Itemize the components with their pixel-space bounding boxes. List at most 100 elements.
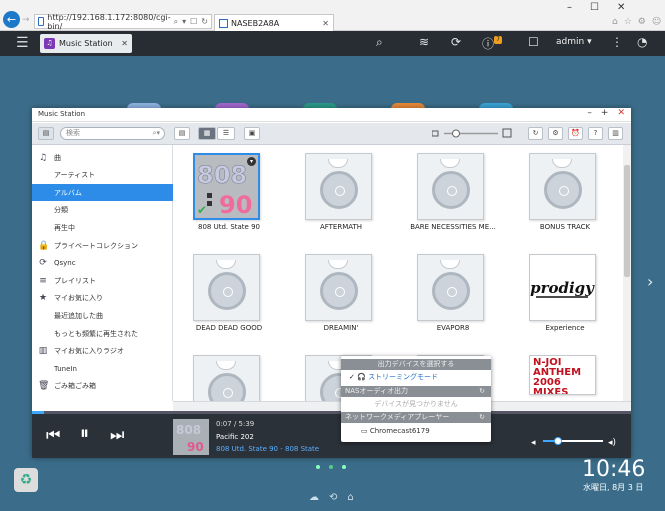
- grid-view-icon[interactable]: ▦: [198, 127, 216, 140]
- album-tile[interactable]: AFTERMATH: [285, 145, 397, 243]
- search-icon[interactable]: ⌕: [376, 35, 383, 50]
- refresh-icon[interactable]: ↻: [201, 17, 208, 27]
- list-view-icon[interactable]: ☰: [217, 127, 235, 140]
- user-icon[interactable]: ☐: [528, 35, 539, 49]
- url-text: http://192.168.1.172:8080/cgi-bin/: [47, 12, 171, 31]
- sidebar-item[interactable]: もっとも頻繁に再生された: [32, 325, 173, 342]
- album-tile[interactable]: prodigy Experience: [509, 246, 621, 344]
- now-cover-text-a: 808: [176, 423, 201, 437]
- album-tile[interactable]: DEAD DEAD GOOD: [173, 246, 285, 344]
- toolbar: ▤ 検索 ⌕▾ ▤ ▦ ☰ ▣ ↻ ⚙ ⏰ ? ▥: [32, 123, 631, 145]
- scrollbar-thumb[interactable]: [624, 165, 630, 277]
- maximize-icon[interactable]: ☐: [590, 2, 599, 13]
- hamburger-menu-icon[interactable]: ☰: [16, 35, 29, 51]
- more-options-icon[interactable]: ⋮: [611, 35, 623, 49]
- album-tile[interactable]: BONUS TRACK: [509, 145, 621, 243]
- close-app-tab-icon[interactable]: ✕: [121, 39, 132, 48]
- desktop-page-dots[interactable]: [316, 465, 346, 469]
- home-icon[interactable]: ⌂: [612, 17, 618, 27]
- sidebar-item[interactable]: 再生中: [32, 219, 173, 236]
- refresh-icon[interactable]: ↻: [479, 412, 485, 423]
- album-tile[interactable]: N-JOIANTHEM2006 MIXESFEATURING: [509, 347, 621, 401]
- search-input[interactable]: 検索 ⌕▾: [60, 127, 165, 140]
- settings-icon[interactable]: ⚙: [638, 17, 646, 27]
- sidebar-item[interactable]: ⟳ Qsync: [32, 255, 173, 272]
- sidebar-item[interactable]: 分類: [32, 202, 173, 219]
- volume-control[interactable]: ◂ ◂): [531, 436, 621, 448]
- search-dropdown-icon[interactable]: ⌕▾: [153, 128, 160, 139]
- cloud-icon[interactable]: ☁: [309, 492, 319, 503]
- thumbnail-size-slider[interactable]: [431, 128, 512, 139]
- album-tile[interactable]: [173, 347, 285, 401]
- bottom-icons: ☁ ⟲ ⌂: [309, 492, 354, 503]
- app-tab-music-station[interactable]: ♫ Music Station ✕: [40, 34, 132, 53]
- search-icon[interactable]: ⌕: [174, 17, 178, 27]
- sidebar-item[interactable]: TuneIn: [32, 360, 173, 377]
- alarm-icon[interactable]: ⏰: [568, 127, 583, 140]
- previous-track-icon[interactable]: ⏮: [46, 425, 60, 445]
- user-menu[interactable]: admin ▾: [556, 37, 592, 47]
- page-dot[interactable]: [342, 465, 346, 469]
- album-tile[interactable]: EVAPOR8: [397, 246, 509, 344]
- playback-progress[interactable]: [32, 411, 631, 414]
- sidebar-item[interactable]: 🔒 プライベートコレクション: [32, 237, 173, 254]
- sidebar-item-label: 曲: [54, 153, 61, 162]
- sidebar-item[interactable]: アーティスト: [32, 167, 173, 184]
- details-view-icon[interactable]: ▤: [174, 127, 190, 140]
- page-dot[interactable]: [316, 465, 320, 469]
- sidebar-item[interactable]: ≡ プレイリスト: [32, 272, 173, 289]
- sidebar-item[interactable]: ▥ マイお気に入りラジオ: [32, 343, 173, 360]
- sidebar-item[interactable]: 🗑 ごみ箱ごみ箱: [32, 378, 173, 395]
- refresh-icon[interactable]: ↻: [479, 386, 485, 397]
- close-tab-icon[interactable]: ✕: [322, 19, 333, 28]
- dropdown-icon[interactable]: ▾: [182, 17, 186, 27]
- album-tile[interactable]: BARE NECESSITIES ME...: [397, 145, 509, 243]
- network-icon[interactable]: ⟲: [329, 492, 337, 503]
- browser-tab[interactable]: NASEB2A8A ✕: [214, 14, 334, 31]
- stack-icon[interactable]: ≋: [419, 35, 429, 49]
- dashboard-icon[interactable]: ◔: [637, 35, 647, 49]
- app-tab-label: Music Station: [59, 39, 113, 48]
- minimize-icon[interactable]: –: [567, 2, 572, 13]
- favorites-icon[interactable]: ☆: [624, 17, 632, 27]
- chromecast-device-option[interactable]: ▭ Chromecast6179: [341, 426, 491, 437]
- popup-header-network-player: ネットワークメディアプレーヤー ↻: [341, 412, 491, 423]
- chevron-down-icon[interactable]: ▾: [247, 157, 256, 166]
- panel-icon[interactable]: ▥: [608, 127, 623, 140]
- album-cover: [529, 153, 596, 220]
- album-tile[interactable]: DREAMIN': [285, 246, 397, 344]
- minimize-icon[interactable]: –: [587, 108, 592, 118]
- next-track-icon[interactable]: ⏭: [110, 425, 124, 445]
- address-bar[interactable]: http://192.168.1.172:8080/cgi-bin/ ⌕ ▾ ☐ ↻: [34, 12, 212, 31]
- album-tile[interactable]: 808 90 ✔ ▾ 808 Utd. State 90: [173, 145, 285, 243]
- next-desktop-arrow-icon[interactable]: ›: [647, 272, 653, 291]
- sync-icon: ⟳: [39, 258, 47, 269]
- grid-scrollbar[interactable]: [623, 145, 631, 401]
- forward-arrow-icon[interactable]: →: [22, 15, 33, 26]
- refresh-icon[interactable]: ↻: [528, 127, 543, 140]
- maximize-icon[interactable]: +: [601, 108, 609, 118]
- sidebar-item[interactable]: アルバム: [32, 184, 173, 202]
- settings-icon[interactable]: ⚙: [548, 127, 563, 140]
- back-arrow-icon[interactable]: ←: [3, 11, 20, 28]
- pause-icon[interactable]: ⏸: [80, 423, 89, 444]
- info-icon[interactable]: ⓘ: [482, 35, 494, 52]
- page-dot[interactable]: [329, 465, 333, 469]
- sidebar-item[interactable]: ♫ 曲: [32, 149, 173, 166]
- sidebar-item[interactable]: 最近追加した曲: [32, 307, 173, 324]
- popup-header-select-device: 出力デバイスを選択する: [341, 359, 491, 370]
- sync-icon[interactable]: ⟳: [451, 35, 461, 49]
- cover-view-icon[interactable]: ▣: [244, 127, 260, 140]
- help-icon[interactable]: ?: [588, 127, 603, 140]
- sidebar-item[interactable]: ★ マイお気に入り: [32, 290, 173, 307]
- close-icon[interactable]: ✕: [617, 108, 625, 118]
- smiley-icon[interactable]: ☺: [652, 17, 661, 27]
- browser-toolbar-icons: ⌂ ☆ ⚙ ☺: [612, 17, 661, 27]
- streaming-mode-option[interactable]: ✓ 🎧 ストリーミングモード: [341, 372, 491, 383]
- sidebar-toggle-icon[interactable]: ▤: [38, 127, 54, 140]
- close-window-icon[interactable]: ✕: [617, 2, 625, 13]
- share-icon[interactable]: ⌂: [347, 492, 353, 503]
- recycle-bin-icon[interactable]: ♻: [14, 468, 38, 492]
- album-artist-link[interactable]: 808 Utd. State 90 - 808 State: [216, 445, 319, 453]
- album-cover: [417, 254, 484, 321]
